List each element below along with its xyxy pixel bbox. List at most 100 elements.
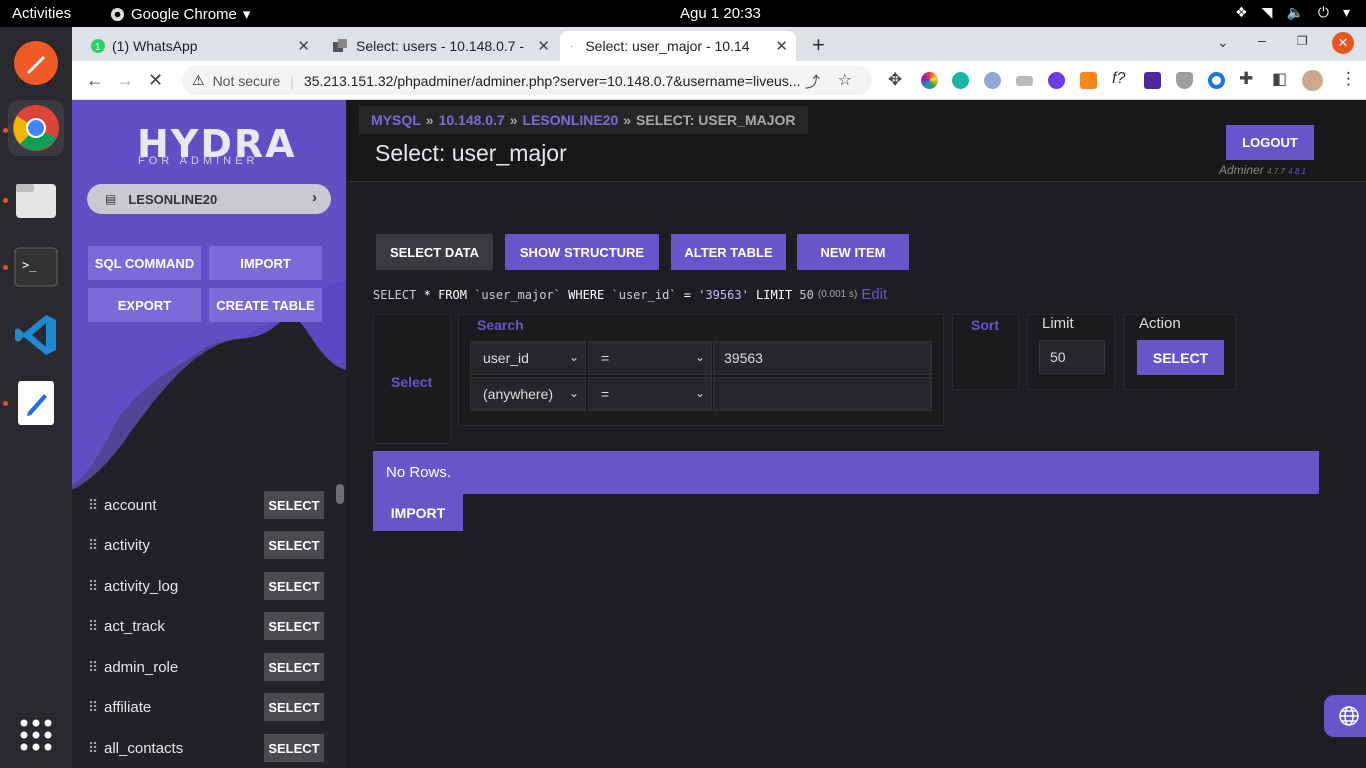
- new-version-number[interactable]: 4.8.1: [1288, 167, 1306, 176]
- database-selector[interactable]: ▤ LESONLINE20 ›: [87, 184, 331, 214]
- search-operator-select[interactable]: = ⌄: [588, 341, 712, 375]
- search-value-input[interactable]: 39563: [713, 341, 932, 375]
- move-extension-icon[interactable]: ✥: [888, 70, 902, 90]
- back-icon[interactable]: ←: [86, 70, 104, 91]
- table-name[interactable]: affiliate: [104, 699, 151, 716]
- alter-table-button[interactable]: ALTER TABLE: [671, 234, 786, 270]
- formula-extension-icon[interactable]: f?: [1112, 70, 1125, 88]
- system-tray[interactable]: ❖ ◥ 🔈 ⏻ ▾: [1235, 4, 1350, 21]
- metamask-icon[interactable]: [1080, 72, 1097, 89]
- m-extension-icon[interactable]: [952, 72, 969, 89]
- menu-kebab-icon[interactable]: ⋮: [1340, 69, 1357, 89]
- table-name[interactable]: all_contacts: [104, 740, 183, 757]
- drag-handle-icon[interactable]: ⠿: [88, 618, 104, 635]
- select-legend[interactable]: Select: [391, 374, 432, 390]
- forward-icon[interactable]: →: [116, 70, 134, 91]
- address-bar[interactable]: ⚠ Not secure | 35.213.151.32/phpadminer/…: [182, 66, 872, 95]
- restore-icon[interactable]: ❐: [1297, 34, 1308, 48]
- close-icon[interactable]: ✕: [537, 37, 550, 55]
- table-list-item[interactable]: ⠿ admin_role SELECT: [88, 652, 328, 682]
- tab-select-users[interactable]: Select: users - 10.148.0.7 - ✕: [322, 31, 558, 61]
- terminal-icon[interactable]: >_: [8, 239, 64, 295]
- table-list-item[interactable]: ⠿ affiliate SELECT: [88, 692, 328, 722]
- close-icon[interactable]: ✕: [297, 37, 310, 55]
- extension-badge-icon[interactable]: [1144, 72, 1161, 89]
- limit-input[interactable]: 50: [1039, 340, 1105, 374]
- extension-icon[interactable]: [984, 72, 1001, 89]
- table-select-button[interactable]: SELECT: [264, 653, 324, 681]
- search-value-input[interactable]: [713, 377, 932, 411]
- puzzle-icon[interactable]: ✚: [1239, 69, 1253, 89]
- share-icon[interactable]: ⤴: [805, 71, 820, 92]
- table-list-item[interactable]: ⠿ activity SELECT: [88, 530, 328, 560]
- show-structure-button[interactable]: SHOW STRUCTURE: [505, 234, 659, 270]
- globe-icon[interactable]: [1324, 695, 1366, 737]
- drag-handle-icon[interactable]: ⠿: [88, 699, 104, 716]
- minimize-icon[interactable]: –: [1258, 32, 1266, 48]
- drag-handle-icon[interactable]: ⠿: [88, 578, 104, 595]
- postman-icon[interactable]: [8, 35, 64, 91]
- extension-icon[interactable]: [1208, 72, 1225, 89]
- table-select-button[interactable]: SELECT: [264, 531, 324, 559]
- clock[interactable]: Agu 1 20:33: [680, 5, 761, 22]
- select-data-button[interactable]: SELECT DATA: [376, 234, 493, 270]
- new-tab-icon[interactable]: +: [812, 32, 825, 58]
- export-button[interactable]: EXPORT: [88, 288, 201, 322]
- extension-icon[interactable]: [1016, 76, 1033, 86]
- select-submit-button[interactable]: SELECT: [1137, 340, 1224, 375]
- show-apps-icon[interactable]: [8, 707, 64, 763]
- activities-button[interactable]: Activities: [12, 5, 71, 22]
- profile-avatar[interactable]: [1302, 70, 1323, 91]
- tab-whatsapp[interactable]: 1 (1) WhatsApp ✕: [80, 31, 318, 61]
- table-select-button[interactable]: SELECT: [264, 491, 324, 519]
- search-operator-select[interactable]: = ⌄: [588, 377, 712, 411]
- table-name[interactable]: act_track: [104, 618, 165, 635]
- table-select-button[interactable]: SELECT: [264, 734, 324, 762]
- new-item-button[interactable]: NEW ITEM: [797, 234, 909, 270]
- table-name[interactable]: activity_log: [104, 578, 178, 595]
- close-icon[interactable]: ✕: [775, 37, 788, 55]
- logout-button[interactable]: LOGOUT: [1226, 125, 1314, 160]
- breadcrumb-database[interactable]: LESONLINE20: [523, 112, 619, 128]
- sql-command-button[interactable]: SQL COMMAND: [88, 246, 201, 280]
- close-window-icon[interactable]: ✕: [1332, 32, 1354, 54]
- import-results-button[interactable]: IMPORT: [373, 494, 463, 531]
- table-name[interactable]: activity: [104, 537, 150, 554]
- dark-mode-extension-icon[interactable]: [1048, 72, 1065, 89]
- table-select-button[interactable]: SELECT: [264, 693, 324, 721]
- search-column-select[interactable]: user_id ⌄: [470, 341, 586, 375]
- drag-handle-icon[interactable]: ⠿: [88, 497, 104, 514]
- files-icon[interactable]: [8, 172, 64, 228]
- tab-search-icon[interactable]: ⌄: [1217, 34, 1229, 51]
- breadcrumb-mysql[interactable]: MYSQL: [371, 112, 421, 128]
- edit-query-link[interactable]: Edit: [861, 286, 887, 303]
- dropbox-icon[interactable]: ❖: [1235, 4, 1248, 21]
- table-name[interactable]: admin_role: [104, 659, 178, 676]
- app-menu[interactable]: Google Chrome ▾: [110, 5, 250, 23]
- table-list-item[interactable]: ⠿ all_contacts SELECT: [88, 733, 328, 763]
- text-editor-icon[interactable]: [8, 375, 64, 431]
- search-column-select[interactable]: (anywhere) ⌄: [470, 377, 586, 411]
- stop-icon[interactable]: ✕: [148, 70, 163, 91]
- table-list-item[interactable]: ⠿ activity_log SELECT: [88, 571, 328, 601]
- adminer-version[interactable]: Adminer 4.7.7 4.8.1: [1219, 163, 1306, 177]
- drag-handle-icon[interactable]: ⠿: [88, 537, 104, 554]
- create-table-button[interactable]: CREATE TABLE: [209, 288, 322, 322]
- table-select-button[interactable]: SELECT: [264, 612, 324, 640]
- table-select-button[interactable]: SELECT: [264, 572, 324, 600]
- drag-handle-icon[interactable]: ⠿: [88, 659, 104, 676]
- color-picker-extension-icon[interactable]: [921, 72, 938, 89]
- drag-handle-icon[interactable]: ⠿: [88, 740, 104, 757]
- shield-icon[interactable]: [1176, 72, 1193, 89]
- sidebar-scrollbar[interactable]: [336, 484, 344, 504]
- sort-legend[interactable]: Sort: [971, 317, 999, 333]
- chrome-icon[interactable]: [8, 100, 64, 156]
- vscode-icon[interactable]: [8, 307, 64, 363]
- tab-select-user-major[interactable]: · Select: user_major - 10.14 ✕: [560, 31, 796, 61]
- side-panel-icon[interactable]: ◧: [1272, 69, 1287, 89]
- table-list-item[interactable]: ⠿ account SELECT: [88, 490, 328, 520]
- import-button[interactable]: IMPORT: [209, 246, 322, 280]
- breadcrumb-server[interactable]: 10.148.0.7: [439, 112, 505, 128]
- table-list-item[interactable]: ⠿ act_track SELECT: [88, 611, 328, 641]
- table-name[interactable]: account: [104, 497, 157, 514]
